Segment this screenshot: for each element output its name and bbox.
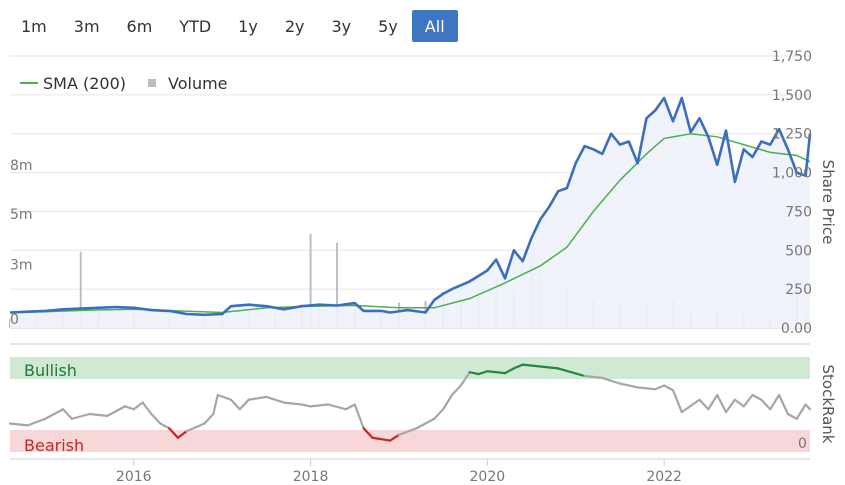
volume-tick-label: 0 [10,312,19,328]
stockrank-segment [353,403,365,430]
price-tick-label: 1,000 [772,166,812,182]
price-tick-label: 1,250 [772,127,812,143]
stockrank-segment [123,405,135,411]
stockrank-segment [707,393,719,411]
stockrank-segment [442,393,454,411]
stockrank-segment [70,412,91,420]
stockrank-segment [680,398,701,414]
legend-sma-label[interactable]: SMA (200) [43,74,126,93]
stockrank-segment [760,398,772,411]
price-tick-label: 0.00 [781,321,812,337]
stockrank-segment [636,386,657,391]
stockrank-segment [777,393,790,416]
stockrank-segment [344,403,356,411]
bearish-label: Bearish [24,436,84,455]
stockrank-segment [216,393,233,401]
stockrank-segment [433,408,445,420]
stockrank-segment [150,412,162,425]
price-tick-label: 250 [785,282,812,298]
legend-volume-label[interactable]: Volume [168,74,228,93]
stockrank-segment [203,412,215,425]
rank-zero-tick: 0 [798,436,807,452]
stockrank-segment [88,412,109,417]
stockrank-segment [804,403,812,411]
stockrank-segment [212,393,219,416]
x-tick-label: 2020 [470,469,506,485]
stockrank-segment [724,398,736,414]
bullish-label: Bullish [24,361,77,380]
stockrank-segment [265,395,286,404]
legend-volume-swatch [148,79,156,87]
stockrank-segment [733,398,745,408]
stockrank-segment [141,401,153,416]
stockrank-segment [742,393,754,408]
stockrank-segment [282,401,303,406]
stockrank-segment [300,403,312,408]
stockrank-segment [663,384,675,392]
price-tick-label: 1,500 [772,88,812,104]
stockrank-segment [671,389,683,414]
stockrank-segment [229,398,241,411]
volume-tick-label: 5m [10,207,33,223]
volume-axis-ticks: 0 3m 5m 8m [10,158,33,328]
stockrank-segment [751,393,763,401]
stockrank-segment [238,398,250,411]
stockrank-segment [61,408,73,420]
stockrank-segment [247,395,268,401]
stockrank-segment [327,403,348,411]
stockrank-segment [26,417,47,427]
stockrank-segment [654,384,666,391]
stockrank-segment [450,384,462,397]
rank-panel: Bullish Bearish 0 StockRank [8,343,837,455]
volume-tick-label: 8m [10,158,33,174]
stockrank-segment [415,417,436,430]
stockrank-segment [8,422,29,427]
bullish-band [10,357,810,379]
stockrank-segment [132,401,144,411]
stockrank-segment [786,412,798,420]
x-axis-ticks: 2016 2018 2020 2022 [116,459,682,485]
price-tick-label: 500 [785,243,812,259]
stockrank-segment [44,408,65,420]
price-tick-label: 750 [785,204,812,220]
stockrank-segment [769,393,781,411]
x-tick-label: 2022 [646,469,682,485]
stockrank-segment [309,403,330,408]
stockrank-segment [698,398,710,411]
stockrank-segment [795,403,807,420]
stockrank-segment [185,422,206,433]
stockrank-segment [159,422,171,430]
stockrank-segment [716,393,728,414]
volume-tick-label: 3m [10,258,33,274]
rank-axis-title: StockRank [819,365,837,444]
stockrank-segment [106,405,127,417]
stock-chart: 0.00 250 500 750 1,000 1,250 1,500 1,750 0 3m 5m 8… [8,49,837,485]
price-tick-label: 1,750 [772,49,812,65]
bearish-band [10,430,810,452]
x-tick-label: 2016 [116,469,152,485]
legend: SMA (200) Volume [20,74,228,93]
price-axis-title: Share Price [819,160,837,245]
x-tick-label: 2018 [293,469,329,485]
stockrank-segment [618,382,639,389]
